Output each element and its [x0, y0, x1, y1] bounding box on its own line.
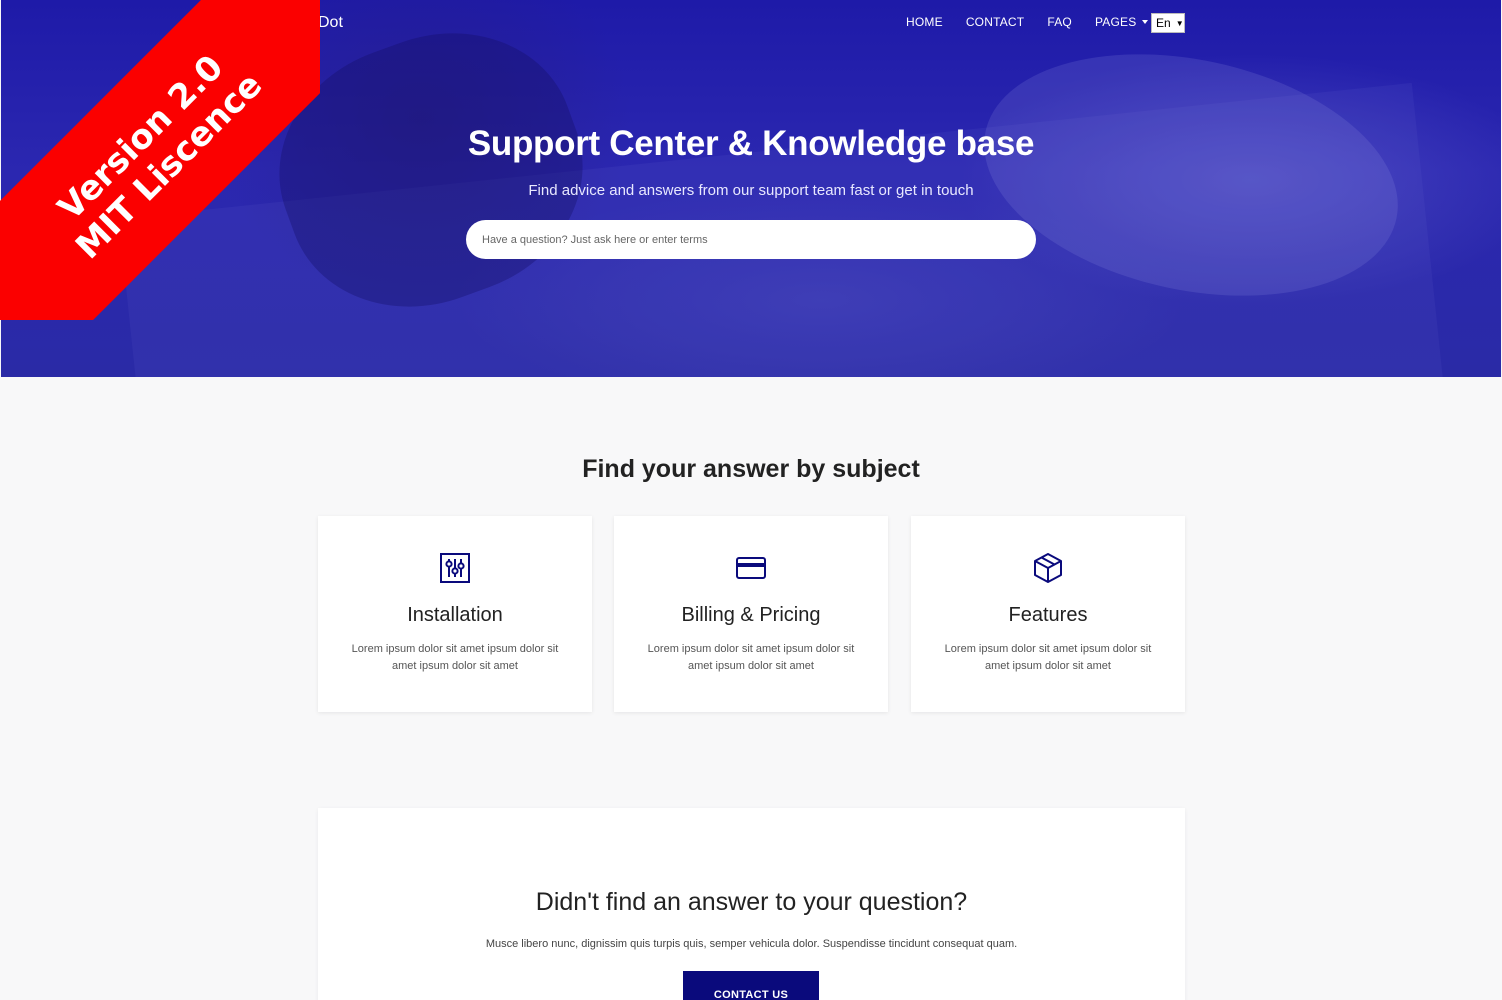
card-text: Lorem ipsum dolor sit amet ipsum dolor s…: [944, 643, 1152, 672]
language-value: En: [1156, 16, 1171, 30]
contact-us-button[interactable]: CONTACT US: [683, 971, 819, 1000]
card-text: Lorem ipsum dolor sit amet ipsum dolor s…: [351, 643, 559, 672]
card-title: Features: [1008, 604, 1088, 626]
version-ribbon: Version 2.0 MIT Liscence: [0, 0, 320, 320]
contact-cta-section: Didn't find an answer to your question? …: [318, 808, 1185, 1000]
chevron-down-icon: [1142, 20, 1149, 24]
chevron-down-icon: ▼: [1175, 18, 1184, 28]
credit-card-icon: [736, 557, 766, 579]
subject-card-installation[interactable]: Installation Lorem ipsum dolor sit amet …: [318, 516, 592, 712]
card-title: Installation: [407, 604, 503, 626]
main-nav: HOME CONTACT FAQ PAGES: [906, 15, 1171, 29]
box-icon: [1034, 553, 1062, 583]
card-title: Billing & Pricing: [681, 604, 821, 626]
nav-item-contact[interactable]: CONTACT: [966, 15, 1025, 29]
card-text: Lorem ipsum dolor sit amet ipsum dolor s…: [647, 643, 855, 672]
contact-title: Didn't find an answer to your question?: [535, 888, 968, 916]
nav-item-pages-label: PAGES: [1094, 15, 1137, 29]
nav-item-pages[interactable]: PAGES: [1094, 15, 1149, 29]
contact-text: Musce libero nunc, dignissim quis turpis…: [485, 938, 1018, 950]
subject-card-billing[interactable]: Billing & Pricing Lorem ipsum dolor sit …: [614, 516, 888, 712]
sliders-icon: [440, 553, 470, 583]
language-select[interactable]: En ▼: [1151, 13, 1185, 33]
nav-item-faq[interactable]: FAQ: [1047, 15, 1072, 29]
search-input[interactable]: [466, 220, 1036, 259]
subject-card-features[interactable]: Features Lorem ipsum dolor sit amet ipsu…: [911, 516, 1185, 712]
ribbon-band: Version 2.0 MIT Liscence: [0, 0, 320, 320]
nav-item-home[interactable]: HOME: [906, 15, 943, 29]
brand-logo[interactable]: Dot: [318, 14, 343, 32]
subjects-title: Find your answer by subject: [582, 455, 920, 483]
